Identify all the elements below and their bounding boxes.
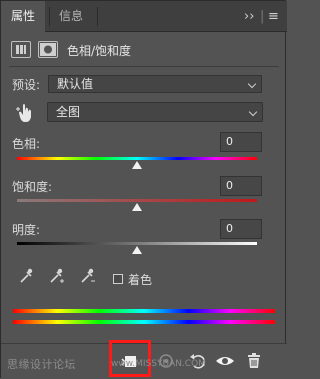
panel-menu-icon[interactable]: ≡ xyxy=(268,1,279,32)
hue-input[interactable]: 0 xyxy=(220,132,262,152)
preset-select[interactable]: 默认值 xyxy=(48,75,262,93)
saturation-slider-thumb[interactable] xyxy=(132,203,142,211)
preset-label: 预设: xyxy=(12,78,41,92)
mask-icon[interactable] xyxy=(38,41,58,58)
watermark-url: www.MISSYUAN.COM xyxy=(111,359,206,369)
preset-value: 默认值 xyxy=(57,77,94,91)
lightness-slider-thumb[interactable] xyxy=(132,246,142,254)
collapse-icon[interactable]: ›› xyxy=(244,1,254,32)
tab-properties[interactable]: 属性 xyxy=(1,1,46,33)
watermark-text: 思缘设计论坛 xyxy=(7,358,76,371)
lightness-slider-track[interactable] xyxy=(17,242,257,245)
header-divider xyxy=(9,66,279,67)
tab-bar: 属性 信息 ›› | ≡ xyxy=(1,1,287,33)
lightness-label: 明度: xyxy=(12,223,41,237)
eyedropper-add-icon[interactable] xyxy=(48,267,64,283)
colorize-label: 着色 xyxy=(128,273,153,287)
hue-label: 色相: xyxy=(12,137,41,151)
properties-panel: 属性 信息 ›› | ≡ 色相/饱和度 预设: 默认值 全图 色相: 0 饱和度… xyxy=(0,0,287,379)
chevron-down-icon xyxy=(247,79,257,89)
saturation-label: 饱和度: xyxy=(12,180,53,194)
adjustment-title: 色相/饱和度 xyxy=(67,44,132,58)
channel-select[interactable]: 全图 xyxy=(47,102,263,122)
input-spectrum-bar xyxy=(13,309,275,313)
output-spectrum-bar xyxy=(13,320,275,324)
chevron-down-icon xyxy=(248,107,258,117)
saturation-slider-track[interactable] xyxy=(17,199,257,202)
visibility-icon[interactable] xyxy=(214,350,236,372)
eyedropper-icon[interactable] xyxy=(18,267,34,283)
colorize-checkbox[interactable] xyxy=(113,274,123,284)
tab-info[interactable]: 信息 xyxy=(49,1,93,32)
tab-divider xyxy=(97,7,98,26)
hue-slider-thumb[interactable] xyxy=(132,161,142,169)
delete-icon[interactable] xyxy=(243,350,265,372)
saturation-input[interactable]: 0 xyxy=(220,176,262,196)
channel-value: 全图 xyxy=(56,105,81,119)
separator-icon: | xyxy=(260,9,265,24)
eyedropper-subtract-icon[interactable] xyxy=(79,267,95,283)
hand-target-icon[interactable] xyxy=(15,102,35,122)
lightness-input[interactable]: 0 xyxy=(220,219,262,239)
adjustment-layer-icon[interactable] xyxy=(11,41,31,58)
hue-slider-track[interactable] xyxy=(17,157,257,160)
